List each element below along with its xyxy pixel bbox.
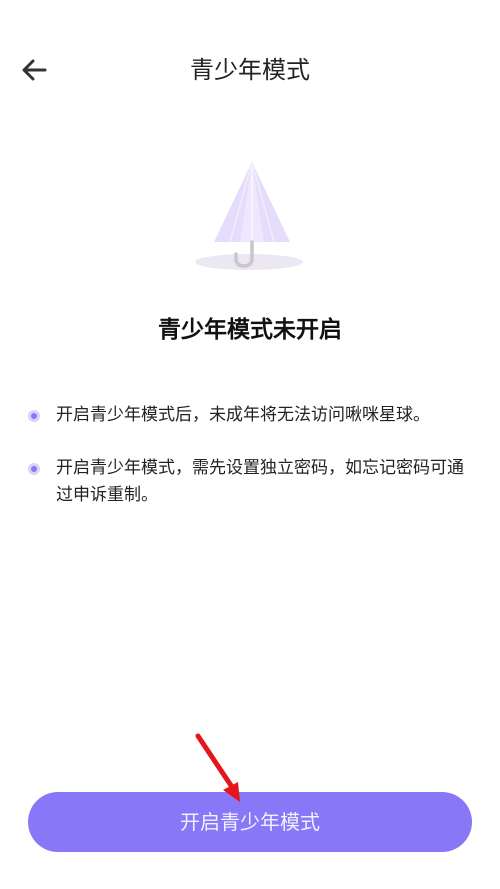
- header-bar: 青少年模式: [0, 0, 500, 140]
- bullet-dot-icon: [28, 463, 40, 475]
- bullet-dot-icon: [28, 410, 40, 422]
- rule-text: 开启青少年模式后，未成年将无法访问啾咪星球。: [56, 405, 430, 425]
- status-title: 青少年模式未开启: [158, 317, 342, 343]
- enable-youth-mode-button[interactable]: 开启青少年模式: [28, 792, 472, 852]
- rule-item: 开启青少年模式后，未成年将无法访问啾咪星球。: [28, 402, 468, 429]
- rules-list: 开启青少年模式后，未成年将无法访问啾咪星球。 开启青少年模式，需先设置独立密码，…: [28, 402, 468, 535]
- rule-text: 开启青少年模式，需先设置独立密码，如忘记密码可通过申诉重制。: [56, 458, 464, 505]
- page-title: 青少年模式: [190, 56, 310, 84]
- umbrella-illustration: [190, 150, 314, 280]
- watermark-logo: Bai 经验: [437, 859, 490, 875]
- umbrella-icon: [195, 161, 303, 270]
- rule-item: 开启青少年模式，需先设置独立密码，如忘记密码可通过申诉重制。: [28, 455, 468, 509]
